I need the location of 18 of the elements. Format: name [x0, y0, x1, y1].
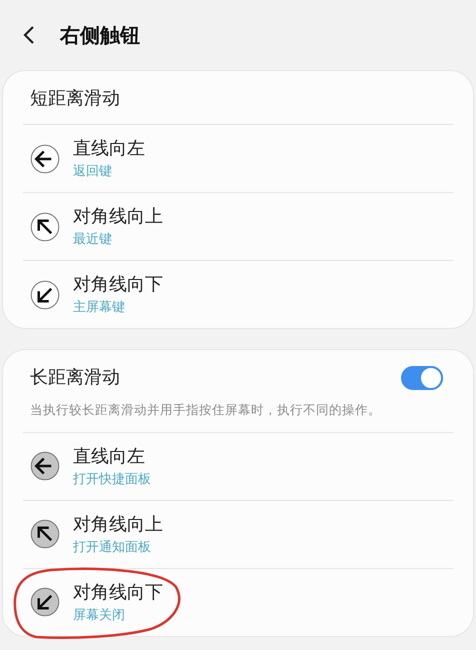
assigned-action: 打开快捷面板: [73, 470, 151, 489]
back-icon[interactable]: [22, 25, 36, 45]
assigned-action: 打开通知面板: [73, 538, 152, 557]
section-title: 短距离滑动: [30, 87, 120, 111]
gesture-title[interactable]: 对角线向上: [73, 512, 163, 538]
section-title: 长距离滑动: [30, 366, 120, 390]
assigned-action: 主屏幕键: [73, 299, 126, 317]
assigned-action: 屏幕关闭: [73, 606, 126, 625]
assigned-action: 返回键: [73, 163, 113, 181]
gesture-title[interactable]: 对角线向下: [73, 580, 163, 606]
gesture-title[interactable]: 对角线向下: [73, 272, 163, 298]
gesture-title[interactable]: 直线向左: [73, 444, 151, 470]
assigned-action: 最近键: [73, 231, 113, 249]
page-title: 右侧触钮: [60, 22, 140, 49]
section-description: 当执行较长距离滑动并用手指按住屏幕时，执行不同的操作。: [30, 401, 382, 419]
gesture-title[interactable]: 对角线向上: [73, 204, 163, 230]
toggle-switch[interactable]: [401, 366, 443, 390]
gesture-title[interactable]: 直线向左: [73, 136, 145, 162]
